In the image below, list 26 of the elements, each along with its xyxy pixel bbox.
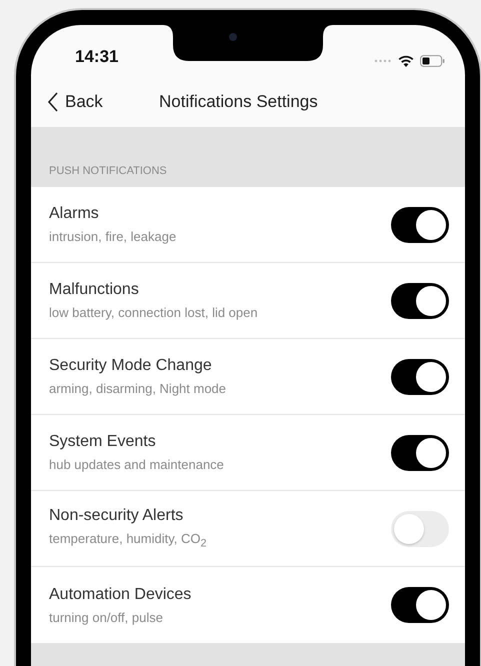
setting-description: hub updates and maintenance	[49, 457, 224, 472]
setting-title: Security Mode Change	[49, 357, 213, 375]
setting-title: System Events	[49, 433, 157, 451]
section-header: PUSH NOTIFICATIONS	[49, 165, 167, 177]
toggle-switch[interactable]	[391, 206, 449, 242]
setting-title: Malfunctions	[49, 281, 140, 299]
wifi-icon	[398, 55, 414, 67]
setting-description: turning on/off, pulse	[49, 610, 164, 624]
back-button[interactable]: Back	[47, 92, 103, 112]
setting-description: arming, disarming, Night mode	[49, 381, 226, 396]
toggle-switch[interactable]	[391, 358, 449, 394]
screen-title: Notifications Settings	[159, 92, 318, 112]
signal-dots-icon	[374, 59, 392, 63]
setting-title: Automation Devices	[49, 586, 192, 604]
toggle-switch[interactable]	[391, 282, 449, 318]
status-time: 14:31	[75, 47, 118, 67]
battery-icon	[420, 55, 445, 67]
toggle-switch[interactable]	[391, 587, 449, 623]
toggle-switch[interactable]	[391, 510, 449, 546]
setting-description: temperature, humidity, CO$_{2}$	[49, 531, 207, 550]
setting-title: Alarms	[49, 205, 100, 223]
setting-description: intrusion, fire, leakage	[49, 229, 176, 244]
toggle-switch[interactable]	[391, 434, 449, 470]
setting-description: low battery, connection lost, lid open	[49, 305, 258, 320]
setting-title: Non-security Alerts	[49, 507, 184, 526]
chevron-left-icon	[47, 92, 59, 112]
